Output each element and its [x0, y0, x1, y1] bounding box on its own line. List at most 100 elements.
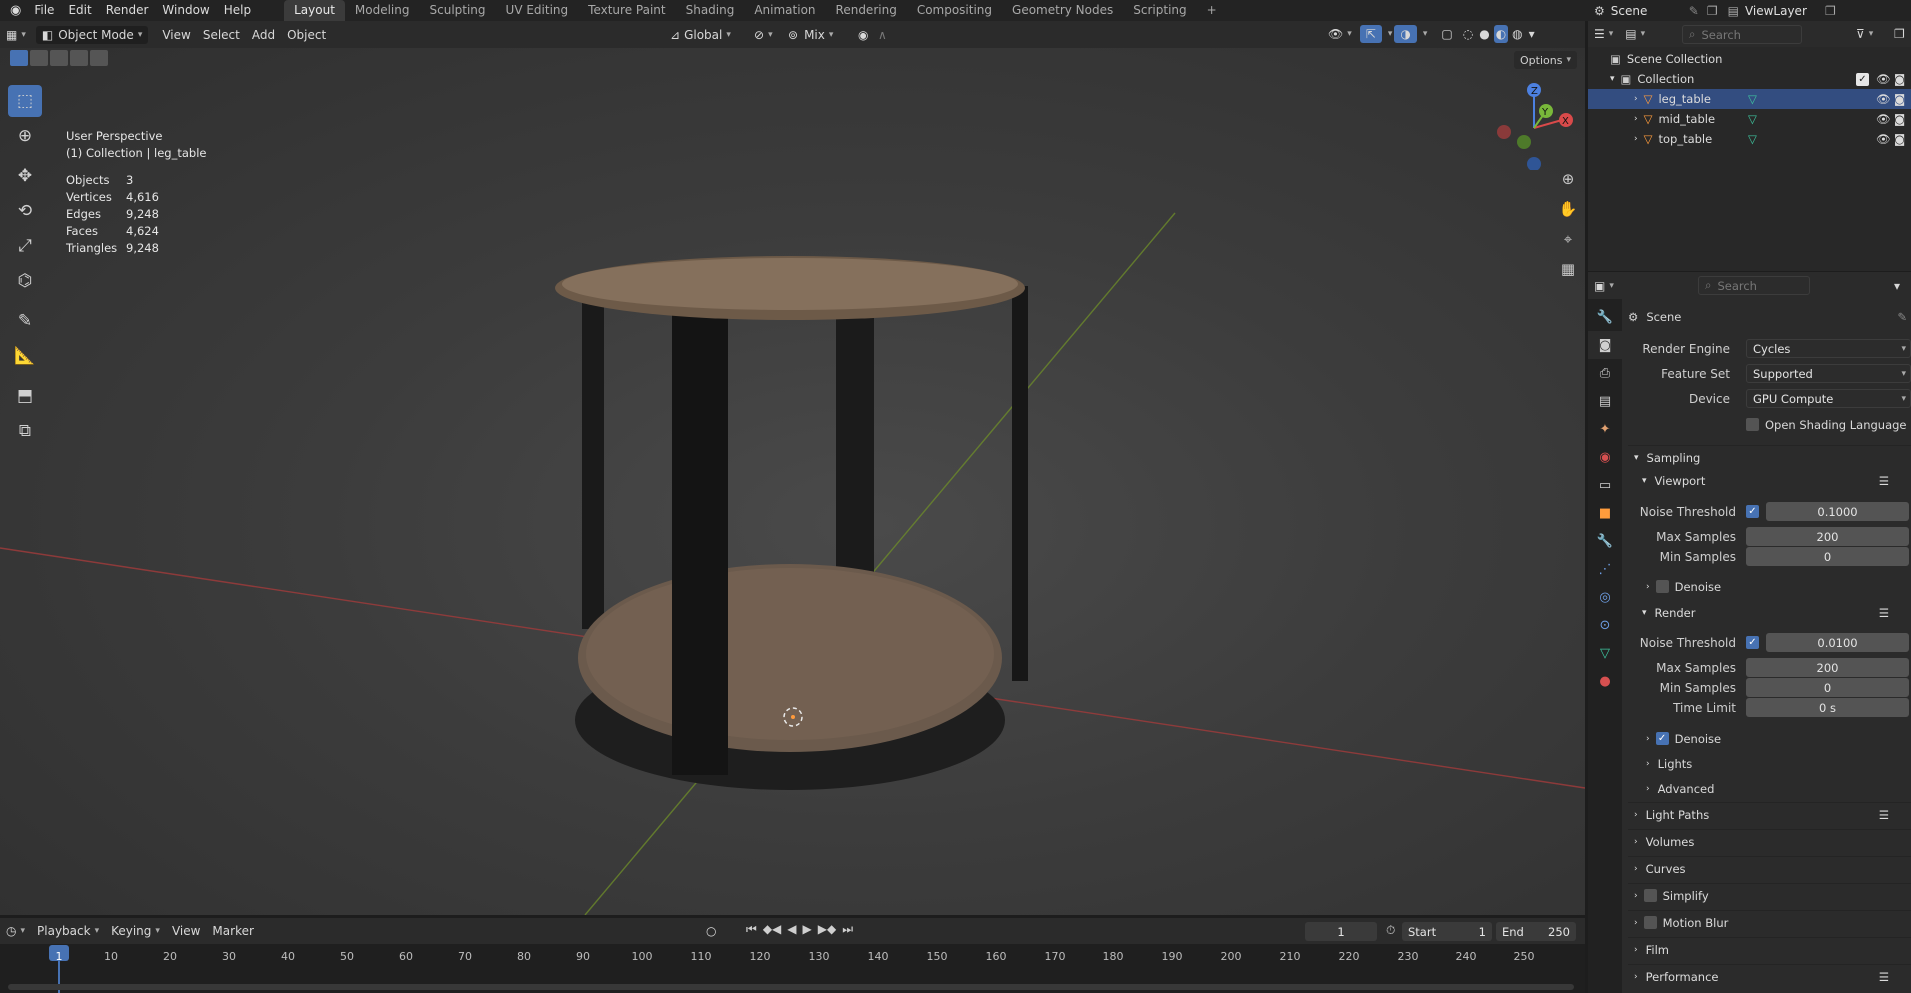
render-noise-threshold-checkbox[interactable]: ✓	[1746, 636, 1759, 649]
tab-uv-editing[interactable]: UV Editing	[496, 0, 579, 21]
simplify-section-header[interactable]: › Simplify	[1628, 883, 1911, 907]
menu-playback[interactable]: Playback ▾	[31, 922, 105, 940]
curves-section-header[interactable]: › Curves	[1628, 856, 1911, 880]
jump-start-icon[interactable]: ⏮	[746, 922, 757, 937]
sampling-section-header[interactable]: ▾ Sampling	[1628, 445, 1911, 469]
properties-editor-type-icon[interactable]: ▣ ▾	[1588, 277, 1620, 295]
move-tool-icon[interactable]: ✥	[8, 160, 42, 192]
pivot-point-icon[interactable]: ⊘ ▾	[748, 26, 779, 44]
mesh-data-icon[interactable]: ▽	[1748, 92, 1757, 106]
select-subtract-icon[interactable]	[50, 50, 68, 66]
render-noise-threshold-field[interactable]: 0.0100	[1766, 633, 1909, 652]
snap-dropdown[interactable]: ⊚ Mix ▾	[782, 26, 839, 44]
menu-window[interactable]: Window	[155, 0, 216, 21]
material-tab-icon[interactable]: ●	[1588, 667, 1622, 695]
wireframe-shading-icon[interactable]: ◌	[1461, 25, 1475, 43]
menu-edit[interactable]: Edit	[61, 0, 98, 21]
render-denoise-checkbox[interactable]: ✓	[1655, 732, 1669, 745]
prev-keyframe-icon[interactable]: ◆◀	[763, 922, 781, 937]
viewport-subsection-header[interactable]: ▾ Viewport ☰	[1628, 469, 1911, 493]
outliner-row-leg-table[interactable]: › ▽ leg_table ▽ 👁 ◙	[1588, 89, 1911, 109]
filter-icon[interactable]: ⊽ ▾	[1850, 25, 1879, 43]
rendered-shading-icon[interactable]: ◍	[1510, 25, 1524, 43]
expand-chevron-icon[interactable]: ›	[1634, 134, 1638, 144]
output-tab-icon[interactable]: ⎙	[1588, 359, 1622, 387]
eye-icon[interactable]: 👁	[1876, 112, 1891, 126]
timeline-scrollbar[interactable]	[8, 984, 1574, 990]
constraints-tab-icon[interactable]: ⊙	[1588, 611, 1622, 639]
device-dropdown[interactable]: GPU Compute ▾	[1746, 389, 1911, 408]
view-layer-tab-icon[interactable]: ▤	[1588, 387, 1622, 415]
scene-name-field[interactable]: Scene	[1611, 4, 1689, 18]
menu-marker[interactable]: Marker	[206, 922, 259, 940]
gizmo-toggle-icon[interactable]: ⇱	[1359, 25, 1382, 43]
outliner-row-collection[interactable]: ▾ ▣ Collection ✓ 👁 ◙	[1588, 69, 1911, 89]
ortho-grid-icon[interactable]: ▦	[1555, 256, 1581, 282]
outliner-row-top-table[interactable]: › ▽ top_table ▽ 👁 ◙	[1588, 129, 1911, 149]
scale-tool-icon[interactable]: ⤢	[8, 230, 42, 262]
tab-texture-paint[interactable]: Texture Paint	[578, 0, 675, 21]
falloff-icon[interactable]: ∧	[872, 26, 893, 44]
menu-help[interactable]: Help	[217, 0, 258, 21]
collection-tab-icon[interactable]: ▭	[1588, 471, 1622, 499]
tab-shading[interactable]: Shading	[676, 0, 745, 21]
modifier-tab-icon[interactable]: 🔧	[1588, 527, 1622, 555]
scene-tab-icon[interactable]: ✦	[1588, 415, 1622, 443]
select-extend-icon[interactable]	[30, 50, 48, 66]
volumes-section-header[interactable]: › Volumes	[1628, 829, 1911, 853]
render-time-limit-field[interactable]: 0 s	[1746, 698, 1909, 717]
select-invert-icon[interactable]	[70, 50, 88, 66]
xray-toggle-icon[interactable]: ▢	[1435, 25, 1458, 43]
viewport-noise-threshold-field[interactable]: 0.1000	[1766, 502, 1909, 521]
tab-rendering[interactable]: Rendering	[826, 0, 907, 21]
select-new-icon[interactable]	[10, 50, 28, 66]
render-camera-icon[interactable]: ◙	[1894, 112, 1905, 126]
tab-sculpting[interactable]: Sculpting	[420, 0, 496, 21]
extrude-tool-icon[interactable]: ⧉	[8, 415, 42, 447]
menu-render[interactable]: Render	[99, 0, 156, 21]
add-cube-tool-icon[interactable]: ⬒	[8, 380, 42, 412]
advanced-subsection-header[interactable]: › Advanced	[1646, 778, 1714, 799]
properties-search-input[interactable]: ⌕ Search	[1698, 276, 1810, 295]
shading-options-icon[interactable]: ▾	[1527, 25, 1537, 43]
render-camera-icon[interactable]: ◙	[1894, 132, 1905, 146]
osl-checkbox[interactable]	[1746, 418, 1759, 431]
performance-section-header[interactable]: › Performance ☰	[1628, 964, 1911, 988]
menu-add[interactable]: Add	[246, 26, 281, 44]
world-tab-icon[interactable]: ◉	[1588, 443, 1622, 471]
presets-list-icon[interactable]: ☰	[1879, 970, 1889, 984]
presets-list-icon[interactable]: ☰	[1879, 474, 1889, 488]
motion-blur-section-header[interactable]: › Motion Blur	[1628, 910, 1911, 934]
tool-tab-icon[interactable]: 🔧	[1588, 303, 1622, 331]
eye-icon[interactable]: 👁	[1876, 92, 1891, 106]
pan-hand-icon[interactable]: ✋	[1555, 196, 1581, 222]
jump-end-icon[interactable]: ⏭	[842, 922, 853, 937]
overlays-toggle-icon[interactable]: ◑	[1394, 25, 1417, 43]
scene-icon[interactable]: ⚙	[1588, 4, 1611, 18]
exclude-checkbox[interactable]: ✓	[1856, 72, 1869, 86]
view-layer-icon[interactable]: ▤	[1728, 4, 1739, 18]
outliner-row-scene-collection[interactable]: ▣ Scene Collection	[1588, 49, 1911, 69]
new-collection-icon[interactable]: ❐	[1888, 25, 1911, 43]
stopwatch-icon[interactable]: ⏱	[1386, 923, 1395, 938]
render-camera-icon[interactable]: ◙	[1894, 92, 1905, 106]
render-engine-dropdown[interactable]: Cycles ▾	[1746, 339, 1911, 358]
blender-logo-icon[interactable]: ◉	[0, 0, 27, 21]
viewport-max-samples-field[interactable]: 200	[1746, 527, 1909, 546]
view-layer-name-field[interactable]: ViewLayer	[1745, 4, 1825, 18]
pin-icon[interactable]: ✎	[1689, 4, 1699, 18]
transform-orientation-dropdown[interactable]: ⊿ Global ▾	[664, 26, 737, 44]
display-mode-icon[interactable]: ▤ ▾	[1619, 25, 1651, 43]
outliner-search-input[interactable]: ⌕ Search	[1682, 25, 1802, 44]
mesh-data-icon[interactable]: ▽	[1748, 132, 1757, 146]
motion-blur-checkbox[interactable]	[1643, 916, 1657, 929]
transform-tool-icon[interactable]: ⌬	[8, 265, 42, 297]
mode-dropdown[interactable]: ◧ Object Mode ▾	[35, 25, 149, 44]
presets-list-icon[interactable]: ☰	[1879, 808, 1889, 822]
tab-animation[interactable]: Animation	[744, 0, 825, 21]
zoom-icon[interactable]: ⊕	[1555, 166, 1581, 192]
presets-list-icon[interactable]: ☰	[1879, 606, 1889, 620]
new-view-layer-icon[interactable]: ❐	[1825, 4, 1836, 18]
tab-layout[interactable]: Layout	[284, 0, 345, 21]
film-section-header[interactable]: › Film	[1628, 937, 1911, 961]
